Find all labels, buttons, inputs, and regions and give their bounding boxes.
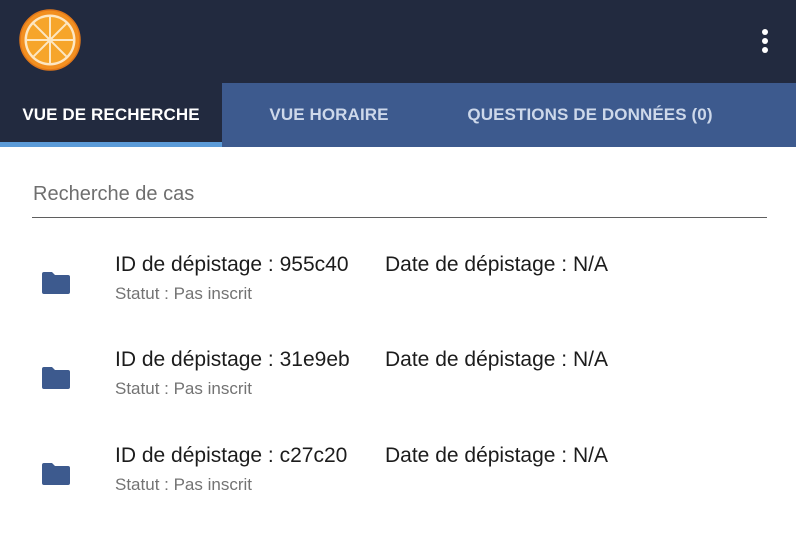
case-status: Statut : Pas inscrit (115, 284, 252, 303)
tab-search-view[interactable]: VUE DE RECHERCHE (0, 83, 222, 147)
kebab-dot (762, 29, 768, 35)
folder-icon (42, 463, 70, 485)
tab-bar: VUE DE RECHERCHE VUE HORAIRE QUESTIONS D… (0, 83, 796, 147)
tab-schedule-view[interactable]: VUE HORAIRE (222, 83, 436, 147)
kebab-dot (762, 38, 768, 44)
case-list-item[interactable]: ID de dépistage : 31e9eb Date de dépista… (0, 348, 796, 438)
case-screening-date: Date de dépistage : N/A (385, 348, 608, 371)
tab-data-questions[interactable]: QUESTIONS DE DONNÉES (0) (436, 83, 744, 147)
folder-icon (42, 367, 70, 389)
case-status: Statut : Pas inscrit (115, 379, 252, 398)
case-list-item[interactable]: ID de dépistage : 955c40 Date de dépista… (0, 253, 796, 343)
folder-icon (42, 272, 70, 294)
case-search-input[interactable] (32, 180, 767, 218)
case-screening-id: ID de dépistage : c27c20 (115, 444, 348, 467)
more-vertical-icon[interactable] (752, 26, 778, 56)
case-list-item[interactable]: ID de dépistage : c27c20 Date de dépista… (0, 444, 796, 534)
kebab-dot (762, 47, 768, 53)
app-header (0, 0, 796, 83)
case-screening-date: Date de dépistage : N/A (385, 253, 608, 276)
case-screening-id: ID de dépistage : 31e9eb (115, 348, 350, 371)
case-screening-id: ID de dépistage : 955c40 (115, 253, 349, 276)
case-status: Statut : Pas inscrit (115, 475, 252, 494)
case-screening-date: Date de dépistage : N/A (385, 444, 608, 467)
orange-slice-logo (19, 9, 81, 71)
